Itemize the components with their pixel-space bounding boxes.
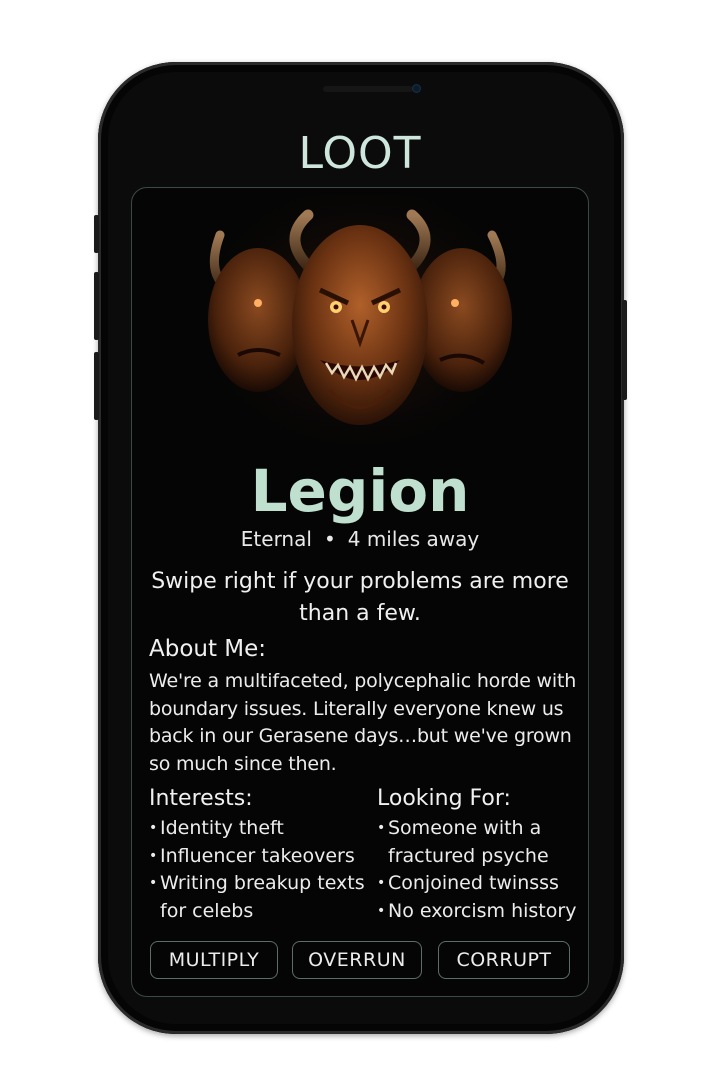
meta-separator: • — [323, 527, 336, 551]
phone-camera — [412, 84, 421, 93]
list-item: Conjoined twinsss — [377, 870, 587, 898]
phone-speaker — [323, 86, 413, 92]
multiply-button[interactable]: MULTIPLY — [150, 941, 278, 979]
list-item: Writing breakup texts for celebs — [149, 870, 374, 925]
demon-portrait-image — [200, 195, 520, 465]
list-item: No exorcism history — [377, 898, 587, 926]
about-heading: About Me: — [149, 636, 267, 662]
profile-name: Legion — [250, 457, 470, 525]
list-item: Influencer takeovers — [149, 843, 374, 871]
looking-for-list: Someone with a fractured psyche Conjoine… — [377, 815, 587, 925]
looking-for-heading: Looking For: — [377, 786, 511, 811]
phone-side-button — [622, 300, 627, 400]
profile-distance: 4 miles away — [347, 527, 480, 551]
phone-side-button — [94, 215, 99, 253]
app-title: LOOT — [298, 128, 422, 179]
about-text: We're a multifaceted, polycephalic horde… — [149, 670, 577, 775]
list-item: Someone with a fractured psyche — [377, 815, 587, 870]
phone-side-button — [94, 352, 99, 420]
profile-meta: Eternal • 4 miles away — [0, 527, 720, 551]
interests-list: Identity theft Influencer takeovers Writ… — [149, 815, 374, 925]
profile-tagline: Swipe right if your problems are more th… — [151, 569, 569, 626]
profile-status: Eternal — [240, 527, 312, 551]
list-item: Identity theft — [149, 815, 374, 843]
phone-side-button — [94, 272, 99, 340]
interests-heading: Interests: — [149, 786, 253, 811]
overrun-button[interactable]: OVERRUN — [292, 941, 422, 979]
corrupt-button[interactable]: CORRUPT — [438, 941, 570, 979]
